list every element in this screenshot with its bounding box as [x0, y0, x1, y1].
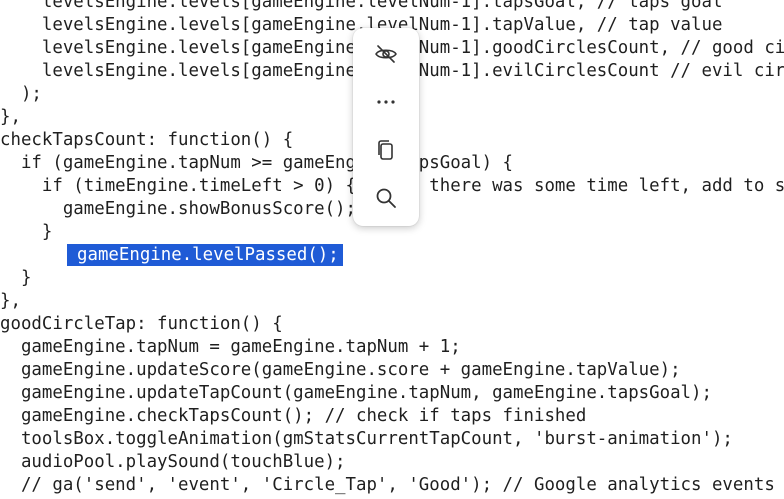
search-icon — [374, 186, 398, 210]
code-line: goodCircleTap: function() { — [0, 314, 283, 334]
code-line: // ga('send', 'event', 'Circle_Tap', 'Go… — [0, 475, 775, 495]
copy-button[interactable] — [362, 130, 410, 170]
code-line: gameEngine.updateScore(gameEngine.score … — [0, 360, 681, 380]
floating-selection-toolbar — [353, 28, 419, 226]
selected-text: gameEngine.levelPassed(); — [77, 245, 339, 265]
more-horizontal-icon — [374, 90, 398, 114]
code-line: } — [0, 268, 32, 288]
code-line: gameEngine.updateTapCount(gameEngine.tap… — [0, 383, 712, 403]
selected-code-line[interactable]: gameEngine.levelPassed(); — [0, 244, 784, 267]
copy-icon — [374, 138, 398, 162]
code-line: audioPool.playSound(touchBlue); — [0, 452, 346, 472]
code-line: levelsEngine.levels[gameEngine.levelNum-… — [0, 0, 723, 12]
text-selection-highlight[interactable]: gameEngine.levelPassed(); — [67, 244, 343, 266]
screen: levelsEngine.levels[gameEngine.levelNum-… — [0, 0, 784, 499]
code-line: gameEngine.tapNum = gameEngine.tapNum + … — [0, 337, 461, 357]
code-line: }, — [0, 291, 21, 311]
code-line: toolsBox.toggleAnimation(gmStatsCurrentT… — [0, 429, 733, 449]
search-button[interactable] — [362, 178, 410, 218]
hide-toolbar-button[interactable] — [362, 34, 410, 74]
code-line: gameEngine.checkTapsCount(); // check if… — [0, 406, 587, 426]
more-options-button[interactable] — [362, 82, 410, 122]
eye-off-icon — [374, 42, 398, 66]
